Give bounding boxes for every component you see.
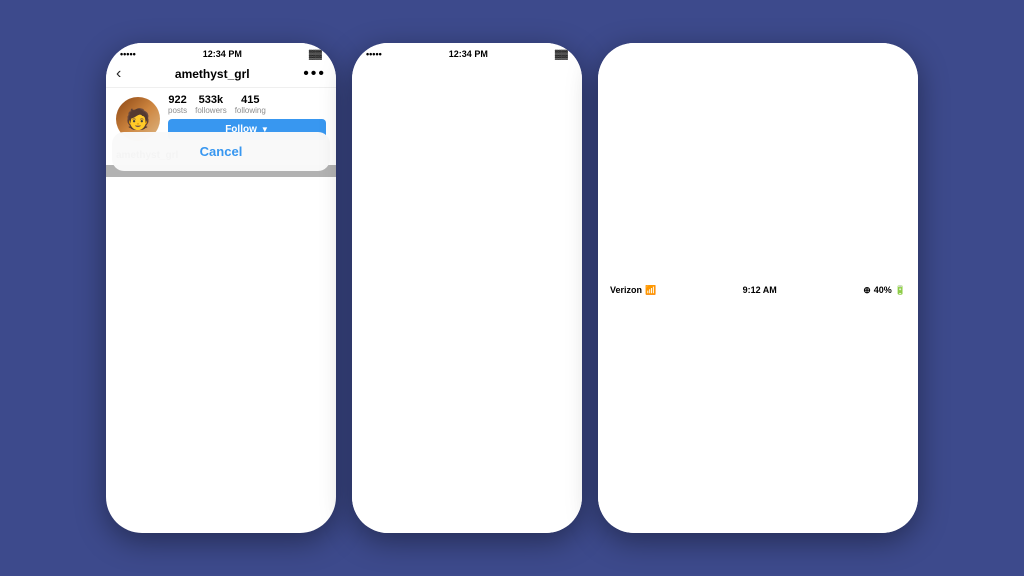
action-sheet: About This Account Share to Messenger Tu… (106, 165, 336, 177)
phone3-status-left: Verizon 📶 (610, 285, 656, 296)
followers-stat: 533k followers (195, 94, 227, 115)
phone1-profile-header: ‹ amethyst_grl ••• (106, 61, 336, 88)
phone1-frame: ••••• 12:34 PM ▓▓ ‹ amethyst_grl ••• 🧑 9… (106, 43, 336, 533)
phone3-time: 9:12 AM (743, 285, 777, 295)
more-options-icon[interactable]: ••• (303, 65, 326, 83)
phone3-status-bar: Verizon 📶 9:12 AM ⊕ 40% 🔋 (598, 43, 918, 533)
wifi-icon: 📶 (645, 285, 656, 296)
phone2-time: 12:34 PM (449, 49, 488, 531)
phone1-dots: ••••• (120, 49, 136, 59)
phone2-status-bar: ••••• 12:34 PM ▓▓ (352, 43, 582, 533)
carrier-label: Verizon (610, 285, 642, 295)
posts-stat: 922 posts (168, 94, 187, 115)
back-icon[interactable]: ‹ (116, 65, 121, 83)
phone1-status-bar: ••••• 12:34 PM ▓▓ (106, 43, 336, 61)
battery-icon: 🔋 (895, 285, 906, 296)
phone3-frame: Verizon 📶 9:12 AM ⊕ 40% 🔋 ‹ Request Veri… (598, 43, 918, 533)
following-stat: 415 following (235, 94, 266, 115)
battery-label: 40% (874, 285, 892, 295)
phone3-status-right: ⊕ 40% 🔋 (863, 285, 906, 296)
phone2-frame: ••••• 12:34 PM ▓▓ ‹ About This Account D… (352, 43, 582, 533)
phone2-battery: ▓▓ (555, 49, 568, 531)
phone2-dots: ••••• (366, 49, 382, 531)
phone1-battery: ▓▓ (309, 49, 322, 59)
phone1-time: 12:34 PM (203, 49, 242, 59)
screenshot-container: ••••• 12:34 PM ▓▓ ‹ amethyst_grl ••• 🧑 9… (86, 23, 938, 553)
profile-username: amethyst_grl (175, 67, 250, 81)
location-icon: ⊕ (863, 285, 871, 296)
cancel-button[interactable]: Cancel (112, 132, 330, 171)
stats-row: 922 posts 533k followers 415 following (168, 94, 326, 115)
